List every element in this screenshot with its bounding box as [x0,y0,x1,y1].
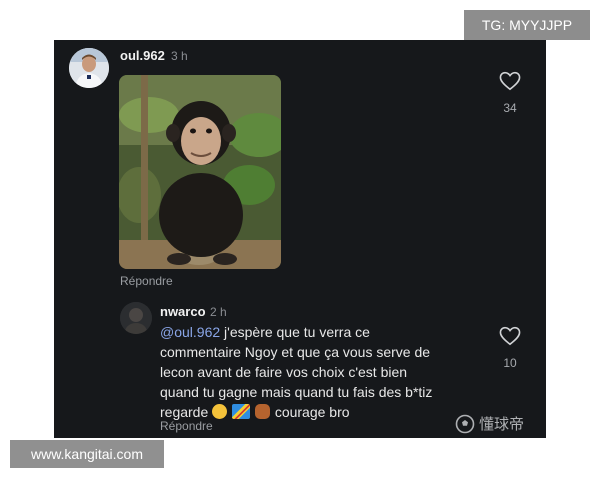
comment-username[interactable]: oul.962 [120,48,165,63]
reply-reply-button[interactable]: Répondre [160,419,213,433]
reply-line-4: quand tu gagne mais quand tu fais des b*… [160,384,433,400]
reply-line-1: j'espère que tu verra ce [220,324,370,340]
reply-mention[interactable]: @oul.962 [160,324,220,340]
tg-overlay-tag: TG: MYYJJPP [464,10,590,40]
watermark-text: 懂球帝 [479,416,525,433]
reply-user-avatar[interactable] [120,302,152,334]
comment-time: 3 h [171,49,188,63]
comment-image-chimpanzee[interactable] [119,75,281,269]
site-overlay-tag: www.kangitai.com [10,440,164,468]
reply-like-count: 10 [503,356,517,370]
heart-icon[interactable] [499,71,521,91]
reply-line-5-end: courage bro [270,404,350,420]
reply-comment-text: @oul.962 j'espère que tu verra ce commen… [160,322,480,422]
reply-line-2: commentaire Ngoy et que ça vous serve de [160,344,431,360]
congo-flag-icon [232,404,251,419]
dongqiudi-watermark: 懂球帝 [455,413,524,434]
grin-emoji-icon [212,404,228,419]
reply-line-3: lecon avant de faire vos choix c'est bie… [160,364,408,380]
heart-icon[interactable] [499,326,521,346]
reply-line-5: regarde [160,404,209,420]
reply-time: 2 h [210,305,227,319]
fist-emoji-icon [254,404,270,419]
comment-like-count: 34 [503,101,517,115]
reply-username[interactable]: nwarco [160,304,206,319]
comment-reply-button[interactable]: Répondre [120,274,173,288]
soccer-ball-icon [455,414,475,433]
user-avatar[interactable] [69,48,109,88]
